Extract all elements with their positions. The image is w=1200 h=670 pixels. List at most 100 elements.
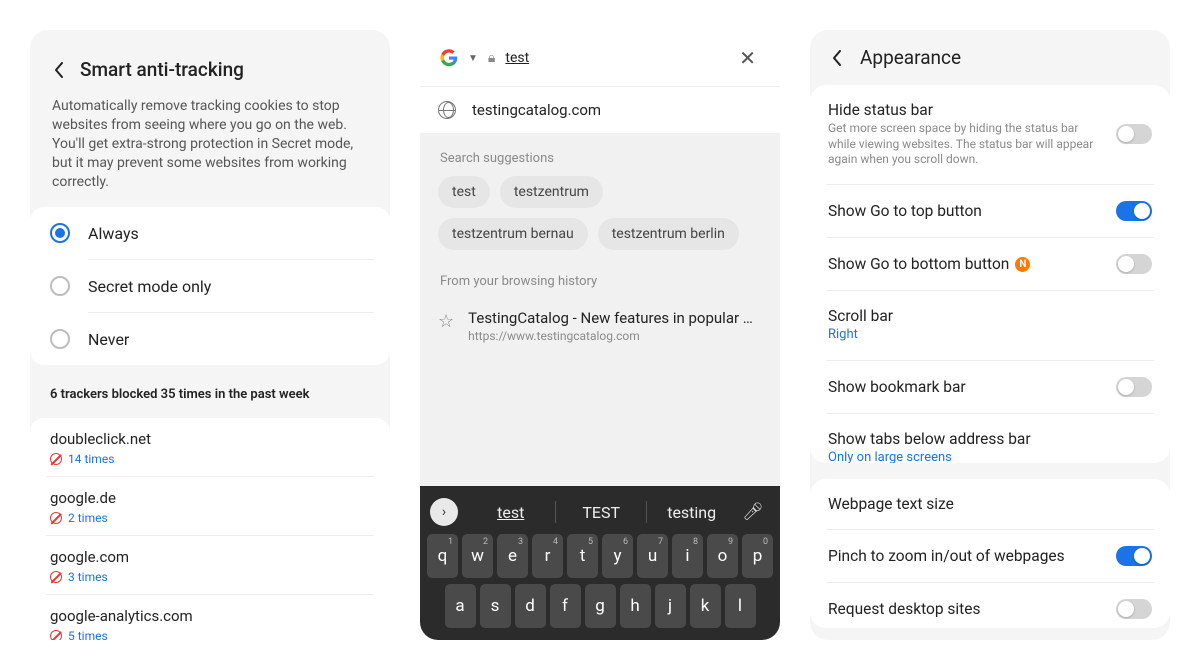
history-row[interactable]: ☆ TestingCatalog - New features in popul… [420, 299, 780, 359]
setting-title: Show Go to bottom buttonN [828, 255, 1104, 273]
key-w[interactable]: w2 [462, 534, 493, 578]
setting-title: Pinch to zoom in/out of webpages [828, 547, 1104, 565]
lock-icon: 🔒︎ [488, 50, 495, 66]
option-never[interactable]: Never [30, 313, 390, 365]
toggle-bookmark-bar[interactable] [1116, 377, 1152, 397]
setting-scroll-bar[interactable]: Scroll bar Right [810, 291, 1170, 360]
setting-subtitle: Only on large screens [828, 450, 1152, 464]
key-r[interactable]: r4 [532, 534, 563, 578]
suggestion-chip[interactable]: testzentrum [500, 176, 603, 208]
key-u[interactable]: u7 [637, 534, 668, 578]
url-bar[interactable]: ▼ 🔒︎ test ✕ [428, 36, 772, 80]
star-icon: ☆ [438, 311, 454, 332]
tracker-domain: google-analytics.com [50, 607, 370, 625]
key-o[interactable]: o9 [707, 534, 738, 578]
setting-title: Scroll bar [828, 307, 1152, 325]
back-icon[interactable] [828, 49, 846, 67]
suggestion-chip[interactable]: testzentrum bernau [438, 218, 588, 250]
page-title: Appearance [860, 46, 961, 69]
setting-hide-status-bar[interactable]: Hide status bar Get more screen space by… [810, 85, 1170, 184]
tracker-row[interactable]: google-analytics.com 5 times [30, 595, 390, 640]
tracker-domain: google.de [50, 489, 370, 507]
option-label: Secret mode only [88, 277, 211, 296]
key-y[interactable]: y6 [602, 534, 633, 578]
key-l[interactable]: l [725, 584, 756, 628]
keyboard: › test TEST testing 🎤︎ q1 w2 e3 r4 t5 y6… [420, 486, 780, 640]
clear-icon[interactable]: ✕ [735, 46, 760, 70]
keyboard-row-2: a s d f g h j k l [426, 584, 774, 628]
key-i[interactable]: i8 [672, 534, 703, 578]
block-icon [50, 571, 62, 583]
tracker-count: 14 times [68, 452, 114, 466]
tracker-domain: google.com [50, 548, 370, 566]
key-f[interactable]: f [550, 584, 581, 628]
tracker-row[interactable]: google.de 2 times [30, 477, 390, 535]
key-p[interactable]: p0 [742, 534, 773, 578]
key-s[interactable]: s [480, 584, 511, 628]
key-q[interactable]: q1 [427, 534, 458, 578]
setting-title: Show bookmark bar [828, 378, 1104, 396]
key-g[interactable]: g [585, 584, 616, 628]
setting-title: Request desktop sites [828, 600, 1104, 618]
keyboard-suggestion[interactable]: testing [647, 499, 736, 526]
key-h[interactable]: h [620, 584, 651, 628]
key-a[interactable]: a [445, 584, 476, 628]
appearance-panel: Appearance Hide status bar Get more scre… [810, 30, 1170, 640]
setting-subtitle: Get more screen space by hiding the stat… [828, 121, 1104, 168]
toggle-go-to-bottom[interactable] [1116, 254, 1152, 274]
google-icon[interactable] [440, 49, 458, 67]
key-e[interactable]: e3 [497, 534, 528, 578]
tracker-count: 2 times [68, 511, 108, 525]
microphone-icon[interactable]: 🎤︎ [736, 502, 770, 522]
block-icon [50, 630, 62, 640]
keyboard-expand-icon[interactable]: › [430, 498, 458, 526]
back-icon[interactable] [50, 61, 68, 79]
tracker-row[interactable]: doubleclick.net 14 times [30, 418, 390, 476]
tracker-count: 3 times [68, 570, 108, 584]
url-suggestion-row[interactable]: testingcatalog.com [420, 87, 780, 133]
option-label: Always [88, 224, 139, 243]
setting-subtitle: Right [828, 327, 1152, 344]
setting-bookmark-bar[interactable]: Show bookmark bar [810, 361, 1170, 413]
tracking-options: Always Secret mode only Never [30, 207, 390, 365]
setting-text-size[interactable]: Webpage text size [810, 479, 1170, 529]
keyboard-suggestion[interactable]: test [466, 499, 555, 526]
setting-go-to-bottom[interactable]: Show Go to bottom buttonN [810, 238, 1170, 290]
history-url: https://www.testingcatalog.com [468, 329, 762, 343]
setting-desktop-sites[interactable]: Request desktop sites [810, 583, 1170, 628]
key-j[interactable]: j [655, 584, 686, 628]
toggle-hide-status-bar[interactable] [1116, 124, 1152, 144]
option-always[interactable]: Always [30, 207, 390, 259]
tracker-list: doubleclick.net 14 times google.de 2 tim… [30, 418, 390, 640]
setting-tabs-below[interactable]: Show tabs below address bar Only on larg… [810, 414, 1170, 464]
keyboard-row-1: q1 w2 e3 r4 t5 y6 u7 i8 o9 p0 [426, 534, 774, 578]
key-k[interactable]: k [690, 584, 721, 628]
tracker-domain: doubleclick.net [50, 430, 370, 448]
key-t[interactable]: t5 [567, 534, 598, 578]
history-title: TestingCatalog - New features in popular… [468, 309, 762, 327]
setting-go-to-top[interactable]: Show Go to top button [810, 185, 1170, 237]
setting-pinch-zoom[interactable]: Pinch to zoom in/out of webpages [810, 530, 1170, 582]
page-description: Automatically remove tracking cookies to… [30, 93, 390, 207]
radio-icon [50, 276, 70, 296]
option-label: Never [88, 330, 129, 349]
suggestion-chip[interactable]: test [438, 176, 490, 208]
globe-icon [438, 101, 456, 119]
tracker-stats: 6 trackers blocked 35 times in the past … [30, 377, 390, 418]
setting-title: Webpage text size [828, 495, 1152, 513]
keyboard-suggestion[interactable]: TEST [556, 499, 645, 526]
toggle-desktop-sites[interactable] [1116, 599, 1152, 619]
key-d[interactable]: d [515, 584, 546, 628]
url-suggestion: testingcatalog.com [472, 101, 601, 119]
tracker-row[interactable]: google.com 3 times [30, 536, 390, 594]
setting-title: Show Go to top button [828, 202, 1104, 220]
suggestion-chip[interactable]: testzentrum berlin [598, 218, 739, 250]
radio-icon [50, 329, 70, 349]
search-engine-dropdown-icon[interactable]: ▼ [468, 53, 478, 64]
url-input[interactable]: test [505, 50, 725, 66]
option-secret-mode[interactable]: Secret mode only [30, 260, 390, 312]
toggle-go-to-top[interactable] [1116, 201, 1152, 221]
toggle-pinch-zoom[interactable] [1116, 546, 1152, 566]
setting-title: Show tabs below address bar [828, 430, 1152, 448]
block-icon [50, 512, 62, 524]
